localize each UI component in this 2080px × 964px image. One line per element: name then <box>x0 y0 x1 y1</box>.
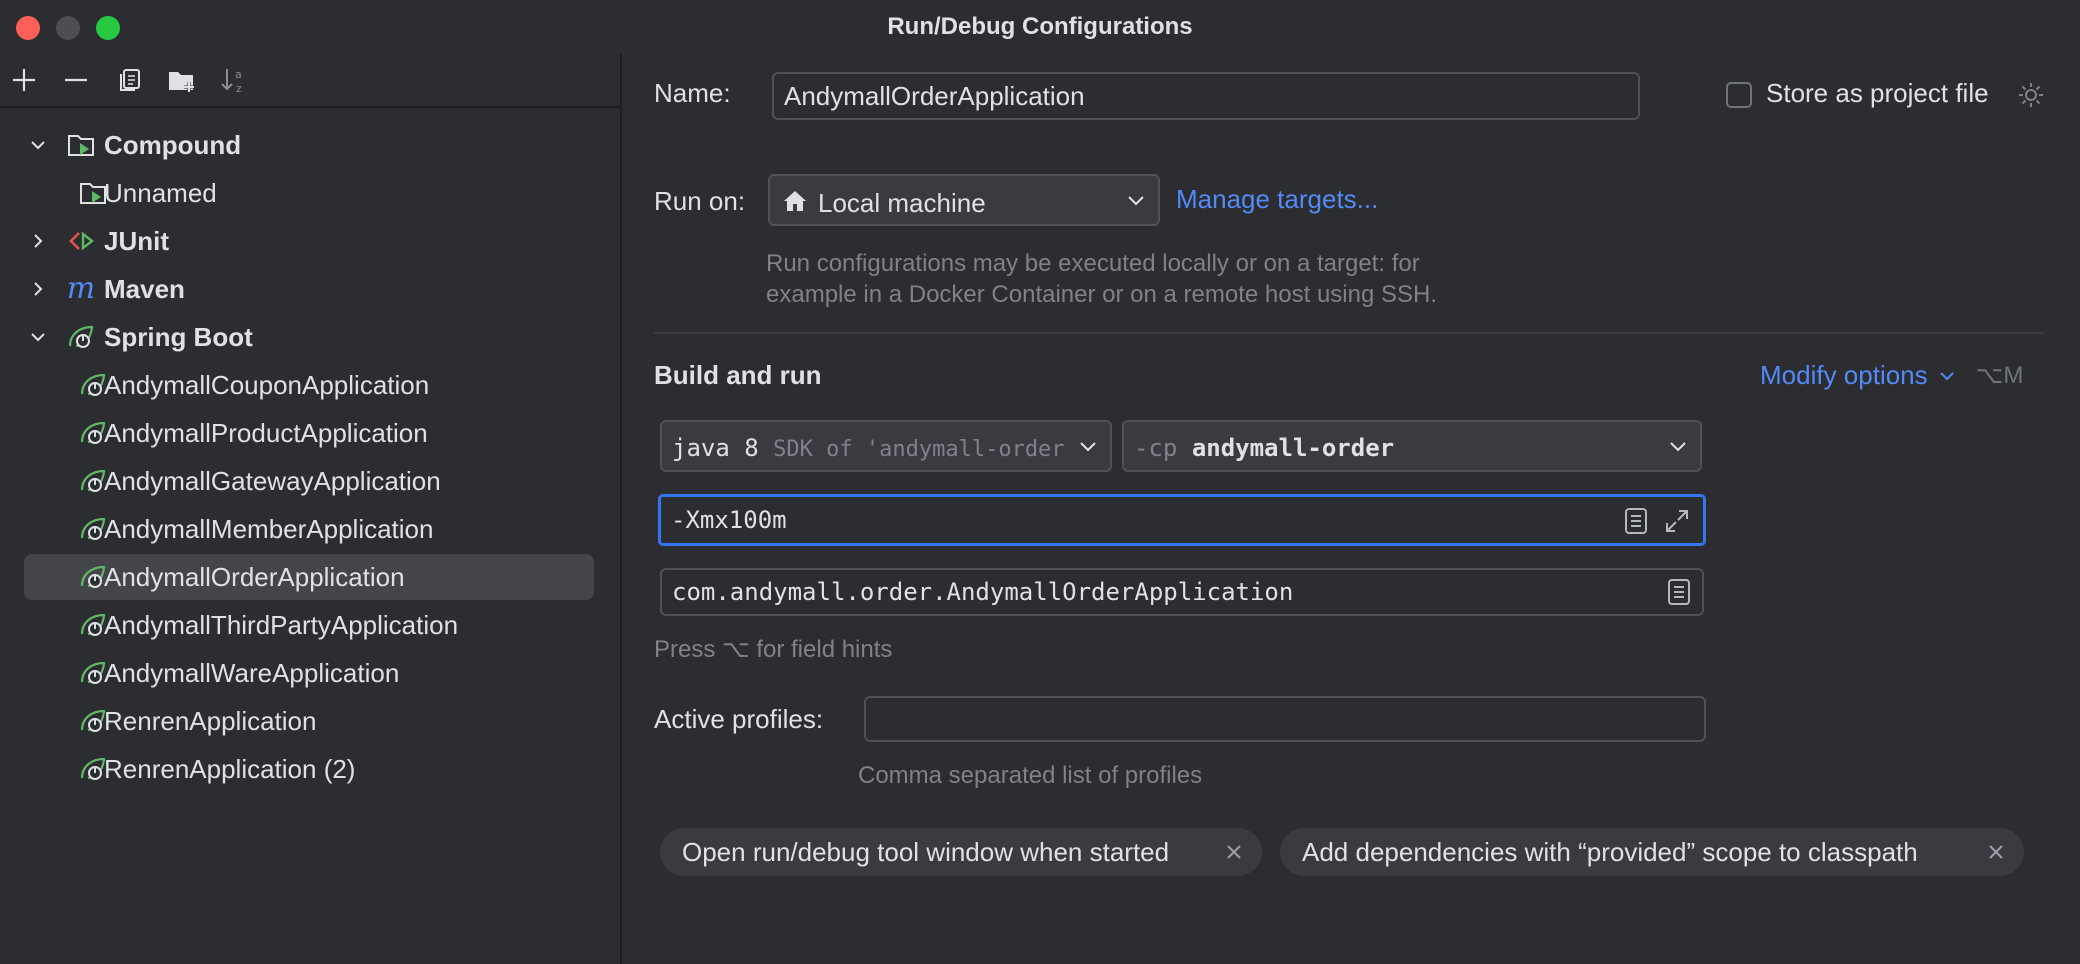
active-profiles-label: Active profiles: <box>654 704 824 734</box>
tree-label-spring-boot: Spring Boot <box>104 321 253 352</box>
tree-item-compound[interactable]: Compound <box>24 122 594 168</box>
tree-item-junit[interactable]: JUnit <box>24 218 594 264</box>
run-on-value: Local machine <box>818 188 986 218</box>
expand-icon[interactable] <box>1663 507 1691 540</box>
tree-item-spring-app[interactable]: RenrenApplication <box>24 698 594 744</box>
tree-label-unnamed: Unnamed <box>104 177 217 208</box>
compound-config-icon <box>66 130 96 160</box>
active-profiles-field[interactable] <box>864 696 1706 742</box>
configuration-editor: Name: AndymallOrderApplication Store as … <box>622 54 2080 964</box>
document-icon[interactable] <box>1623 507 1649 540</box>
name-field[interactable]: AndymallOrderApplication <box>772 72 1640 120</box>
maven-icon: m <box>66 271 96 306</box>
tree-label-maven: Maven <box>104 273 185 304</box>
chevron-down-icon <box>1668 436 1688 461</box>
tree-label-spring-app: AndymallThirdPartyApplication <box>104 609 459 640</box>
name-field-value: AndymallOrderApplication <box>784 80 1085 111</box>
jdk-value: java 8 SDK of 'andymall-order' modu <box>672 434 1112 462</box>
modify-options-shortcut: ⌥M <box>1975 362 2024 389</box>
build-and-run-title: Build and run <box>654 360 822 390</box>
run-on-hint-line-2: example in a Docker Container or on a re… <box>766 281 1438 308</box>
run-on-label: Run on: <box>654 186 746 216</box>
window-title: Run/Debug Configurations <box>887 13 1193 40</box>
junit-icon <box>66 226 96 256</box>
configurations-panel: az Compound Unnamed JUnit m Maven Spring… <box>0 54 622 964</box>
title-bar: Run/Debug Configurations <box>0 0 2080 54</box>
tree-label-spring-app: AndymallWareApplication <box>104 657 400 688</box>
tree-item-spring-app[interactable]: RenrenApplication (2) <box>24 746 594 792</box>
add-icon[interactable] <box>8 64 40 96</box>
tree-label-spring-app: AndymallCouponApplication <box>104 369 430 400</box>
tree-item-spring-app[interactable]: AndymallWareApplication <box>24 650 594 696</box>
svg-text:a: a <box>235 68 242 81</box>
classpath-module: andymall-order <box>1191 434 1395 462</box>
tree-label-spring-app: RenrenApplication <box>104 705 317 736</box>
option-chip-open-tool-window[interactable]: Open run/debug tool window when started <box>660 828 1262 876</box>
configurations-toolbar: az <box>0 54 620 108</box>
option-chip-provided-scope[interactable]: Add dependencies with “provided” scope t… <box>1280 828 2024 876</box>
sort-alphabetically-icon[interactable]: az <box>218 64 250 96</box>
modify-options-label: Modify options <box>1760 360 1928 390</box>
remove-icon[interactable] <box>60 64 92 96</box>
new-folder-icon[interactable] <box>166 64 198 96</box>
tree-label-spring-app: AndymallGatewayApplication <box>104 465 441 496</box>
jdk-dropdown[interactable]: java 8 SDK of 'andymall-order' modu <box>660 420 1112 472</box>
tree-label-spring-app: AndymallMemberApplication <box>104 513 434 544</box>
tree-item-spring-app[interactable]: AndymallThirdPartyApplication <box>24 602 594 648</box>
run-on-dropdown[interactable]: Local machine <box>768 174 1160 226</box>
copy-icon[interactable] <box>114 64 146 96</box>
option-chip-label: Add dependencies with “provided” scope t… <box>1302 836 1918 867</box>
svg-text:z: z <box>236 82 242 95</box>
field-hints-text: Press ⌥ for field hints <box>654 636 893 663</box>
tree-label-spring-app: AndymallOrderApplication <box>104 561 405 592</box>
chevron-down-icon[interactable] <box>28 135 48 155</box>
home-icon <box>782 188 808 219</box>
classpath-prefix: -cp <box>1134 434 1178 462</box>
classpath-module-dropdown[interactable]: -cp andymall-order <box>1122 420 1702 472</box>
option-chip-label: Open run/debug tool window when started <box>682 836 1170 867</box>
classpath-value: -cp andymall-order <box>1134 434 1394 462</box>
manage-targets-link[interactable]: Manage targets... <box>1176 184 1378 215</box>
tree-item-spring-app[interactable]: AndymallCouponApplication <box>24 362 594 408</box>
modify-options-button[interactable]: Modify options ⌥M <box>1760 360 2023 391</box>
tree-item-spring-app[interactable]: AndymallMemberApplication <box>24 506 594 552</box>
run-on-hint: Run configurations may be executed local… <box>766 248 1437 310</box>
tree-label-junit: JUnit <box>104 225 169 256</box>
tree-label-compound: Compound <box>104 129 242 160</box>
jdk-version: java 8 <box>672 434 759 462</box>
store-as-project-file-checkbox[interactable] <box>1726 82 1752 108</box>
run-debug-configurations-dialog: Run/Debug Configurations az Compound Unn… <box>0 0 2080 964</box>
active-profiles-hint: Comma separated list of profiles <box>858 762 1203 789</box>
tree-item-spring-app[interactable]: AndymallGatewayApplication <box>24 458 594 504</box>
gear-icon[interactable] <box>2016 80 2046 115</box>
close-icon[interactable] <box>1984 840 2008 864</box>
main-class-field[interactable]: com.andymall.order.AndymallOrderApplicat… <box>660 568 1704 616</box>
chevron-right-icon[interactable] <box>28 279 48 299</box>
tree-label-spring-app: RenrenApplication (2) <box>104 753 356 784</box>
chevron-down-icon <box>1939 371 1954 380</box>
vm-options-field[interactable]: -Xmx100m <box>658 494 1706 546</box>
tree-item-spring-boot[interactable]: Spring Boot <box>24 314 594 360</box>
tree-item-spring-app[interactable]: AndymallProductApplication <box>24 410 594 456</box>
vm-options-value: -Xmx100m <box>671 506 787 534</box>
main-class-value: com.andymall.order.AndymallOrderApplicat… <box>672 578 1294 606</box>
tree-item-maven[interactable]: m Maven <box>24 266 594 312</box>
tree-item-spring-app[interactable]: AndymallOrderApplication <box>24 554 594 600</box>
chevron-down-icon[interactable] <box>28 327 48 347</box>
spring-boot-icon <box>66 322 96 352</box>
run-on-hint-line-1: Run configurations may be executed local… <box>766 250 1420 277</box>
close-icon[interactable] <box>1222 840 1246 864</box>
chevron-right-icon[interactable] <box>28 231 48 251</box>
store-as-project-file-label: Store as project file <box>1766 78 1989 108</box>
document-icon[interactable] <box>1666 578 1692 611</box>
tree-label-spring-app: AndymallProductApplication <box>104 417 428 448</box>
chevron-down-icon <box>1066 422 1110 470</box>
tree-item-unnamed[interactable]: Unnamed <box>24 170 594 216</box>
name-label: Name: <box>654 78 731 108</box>
jdk-detail: SDK of 'andymall-order' modu <box>773 437 1112 462</box>
chevron-down-icon <box>1126 190 1146 215</box>
separator <box>654 332 2044 334</box>
